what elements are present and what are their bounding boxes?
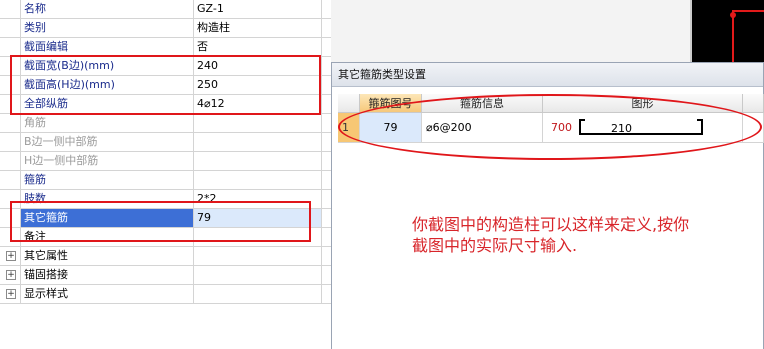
- grid-row-b-side-bars[interactable]: B边一侧中部筋: [0, 133, 352, 152]
- annotation-highlight-box: [10, 201, 311, 242]
- property-grid: 名称 GZ-1 类别 构造柱 截面编辑 否 截面宽(B边)(mm) 240 截面…: [0, 0, 352, 304]
- group-name: 其它属性: [20, 247, 194, 265]
- annotation-highlight-box: [10, 55, 321, 115]
- group-name: 锚固搭接: [20, 266, 194, 284]
- dialog-title[interactable]: 其它箍筋类型设置: [332, 63, 763, 87]
- annotation-note: 你截图中的构造柱可以这样来定义,按你 截图中的实际尺寸输入.: [412, 214, 762, 256]
- prop-name: 截面编辑: [20, 38, 194, 56]
- group-name: 显示样式: [20, 285, 194, 303]
- prop-value[interactable]: 否: [194, 38, 322, 56]
- prop-name: 箍筋: [20, 171, 194, 189]
- prop-name: 角筋: [20, 114, 194, 132]
- col-header-filler: [743, 94, 764, 113]
- prop-value[interactable]: GZ-1: [194, 0, 322, 18]
- annotation-line: 你截图中的构造柱可以这样来定义,按你: [412, 215, 690, 234]
- prop-value[interactable]: 构造柱: [194, 19, 322, 37]
- grid-row-corner-bars[interactable]: 角筋: [0, 114, 352, 133]
- prop-value[interactable]: [194, 133, 322, 151]
- grid-group-anchor-lap[interactable]: + 锚固搭接: [0, 266, 352, 285]
- grid-group-other-props[interactable]: + 其它属性: [0, 247, 352, 266]
- table-corner: [338, 94, 360, 113]
- expand-icon[interactable]: +: [6, 289, 16, 299]
- prop-name: B边一侧中部筋: [20, 133, 194, 151]
- grid-row-h-side-bars[interactable]: H边一侧中部筋: [0, 152, 352, 171]
- prop-value: [194, 247, 322, 265]
- prop-name: 类别: [20, 19, 194, 37]
- expand-icon[interactable]: +: [6, 251, 16, 261]
- annotation-line: 截图中的实际尺寸输入.: [412, 236, 578, 255]
- prop-name: H边一侧中部筋: [20, 152, 194, 170]
- grid-row-name[interactable]: 名称 GZ-1: [0, 0, 352, 19]
- prop-value[interactable]: [194, 114, 322, 132]
- prop-value[interactable]: [194, 171, 322, 189]
- annotation-highlight-ellipse: [338, 94, 762, 160]
- grid-row-stirrup[interactable]: 箍筋: [0, 171, 352, 190]
- preview-line: [732, 10, 764, 12]
- prop-name: 名称: [20, 0, 194, 18]
- prop-value[interactable]: [194, 152, 322, 170]
- grid-row-category[interactable]: 类别 构造柱: [0, 19, 352, 38]
- expand-icon[interactable]: +: [6, 270, 16, 280]
- preview-point: [730, 12, 736, 18]
- grid-group-display-style[interactable]: + 显示样式: [0, 285, 352, 304]
- drawing-preview: [690, 0, 764, 62]
- prop-value: [194, 266, 322, 284]
- prop-value: [194, 285, 322, 303]
